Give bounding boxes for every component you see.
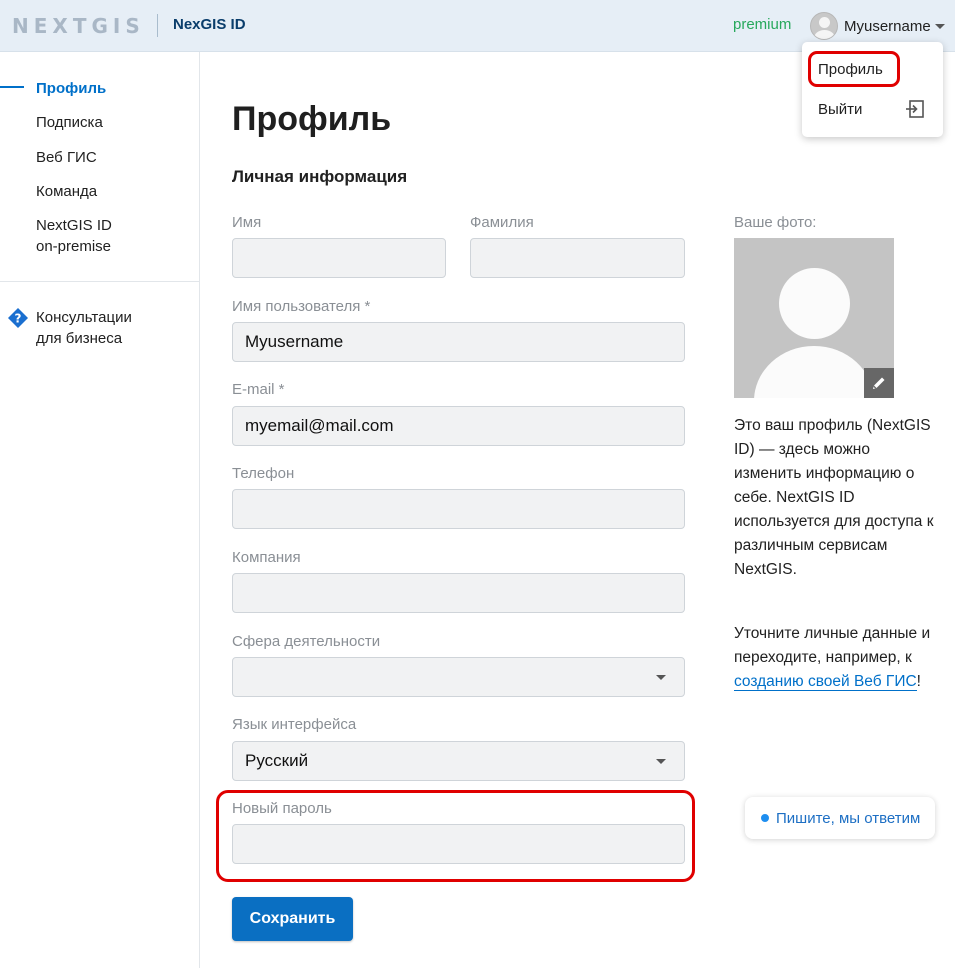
header-divider <box>157 14 158 37</box>
last-name-field[interactable] <box>470 238 685 278</box>
profile-hint-suffix: ! <box>916 673 921 690</box>
profile-hint-text: Уточните личные данные и переходите, нап… <box>734 622 934 694</box>
logout-icon <box>906 100 924 118</box>
menu-item-profile[interactable]: Профиль <box>802 52 943 86</box>
sidebar: Профиль Подписка Веб ГИС Команда NextGIS… <box>0 52 200 968</box>
sphere-label: Сфера деятельности <box>232 633 381 650</box>
sidebar-item-on-premise-line2: on-premise <box>36 238 112 255</box>
section-title: Личная информация <box>232 167 408 186</box>
username-field-label: Имя пользователя * <box>232 298 371 315</box>
chevron-down-icon <box>656 675 666 680</box>
svg-text:?: ? <box>15 312 22 326</box>
company-label: Компания <box>232 549 301 566</box>
language-label: Язык интерфейса <box>232 716 357 733</box>
edit-photo-button[interactable] <box>864 368 894 398</box>
sidebar-item-profile[interactable]: Профиль <box>36 78 106 99</box>
page-title: Профиль <box>232 100 392 138</box>
email-field[interactable]: myemail@mail.com <box>232 406 685 446</box>
avatar <box>810 12 838 40</box>
username-label: Myusername <box>844 17 931 35</box>
username-field[interactable]: Myusername <box>232 322 685 362</box>
user-menu-button[interactable]: Myusername <box>810 10 945 42</box>
online-dot-icon <box>761 814 769 822</box>
photo-label: Ваше фото: <box>734 214 817 231</box>
company-field[interactable] <box>232 573 685 613</box>
plan-badge: premium <box>733 16 792 33</box>
new-password-label: Новый пароль <box>232 800 332 817</box>
menu-item-logout[interactable]: Выйти <box>802 92 943 126</box>
create-webgis-link[interactable]: созданию своей Веб ГИС <box>734 673 917 691</box>
sidebar-divider <box>0 281 199 282</box>
phone-label: Телефон <box>232 465 295 482</box>
menu-item-profile-label: Профиль <box>818 60 883 78</box>
email-label: E-mail * <box>232 381 285 398</box>
active-indicator <box>0 86 24 88</box>
sphere-select[interactable] <box>232 657 685 697</box>
logo-text: NEXTGIS <box>12 14 145 38</box>
save-button[interactable]: Сохранить <box>232 897 353 941</box>
first-name-label: Имя <box>232 214 262 231</box>
profile-hint-prefix: Уточните личные данные и переходите, нап… <box>734 625 931 666</box>
new-password-field[interactable] <box>232 824 685 864</box>
chat-widget-label: Пишите, мы ответим <box>776 809 921 827</box>
chat-widget-button[interactable]: Пишите, мы ответим <box>745 797 935 839</box>
sidebar-item-business-line2: для бизнеса <box>36 330 123 347</box>
first-name-field[interactable] <box>232 238 446 278</box>
nextgis-logo[interactable]: NEXTGIS <box>12 14 145 38</box>
user-dropdown-menu: Профиль Выйти <box>802 42 943 137</box>
chevron-down-icon <box>934 23 945 29</box>
sidebar-item-business[interactable]: Консультации для бизнеса <box>36 307 132 349</box>
pencil-icon <box>873 377 885 389</box>
sidebar-item-on-premise-line1: NextGIS ID <box>36 217 112 234</box>
chevron-down-icon <box>656 759 666 764</box>
sidebar-item-on-premise[interactable]: NextGIS ID on-premise <box>36 215 112 257</box>
sidebar-item-business-line1: Консультации <box>36 309 132 326</box>
profile-info-text: Это ваш профиль (NextGIS ID) — здесь мож… <box>734 417 934 578</box>
language-select[interactable]: Русский <box>232 741 685 781</box>
phone-field[interactable] <box>232 489 685 529</box>
sidebar-item-subscription[interactable]: Подписка <box>36 112 103 133</box>
sidebar-item-webgis[interactable]: Веб ГИС <box>36 147 97 168</box>
menu-item-logout-label: Выйти <box>818 100 863 118</box>
language-select-value: Русский <box>245 751 309 770</box>
last-name-label: Фамилия <box>470 214 534 231</box>
help-diamond-icon: ? <box>8 308 28 328</box>
product-name[interactable]: NexGIS ID <box>173 16 246 33</box>
sidebar-item-team[interactable]: Команда <box>36 181 97 202</box>
